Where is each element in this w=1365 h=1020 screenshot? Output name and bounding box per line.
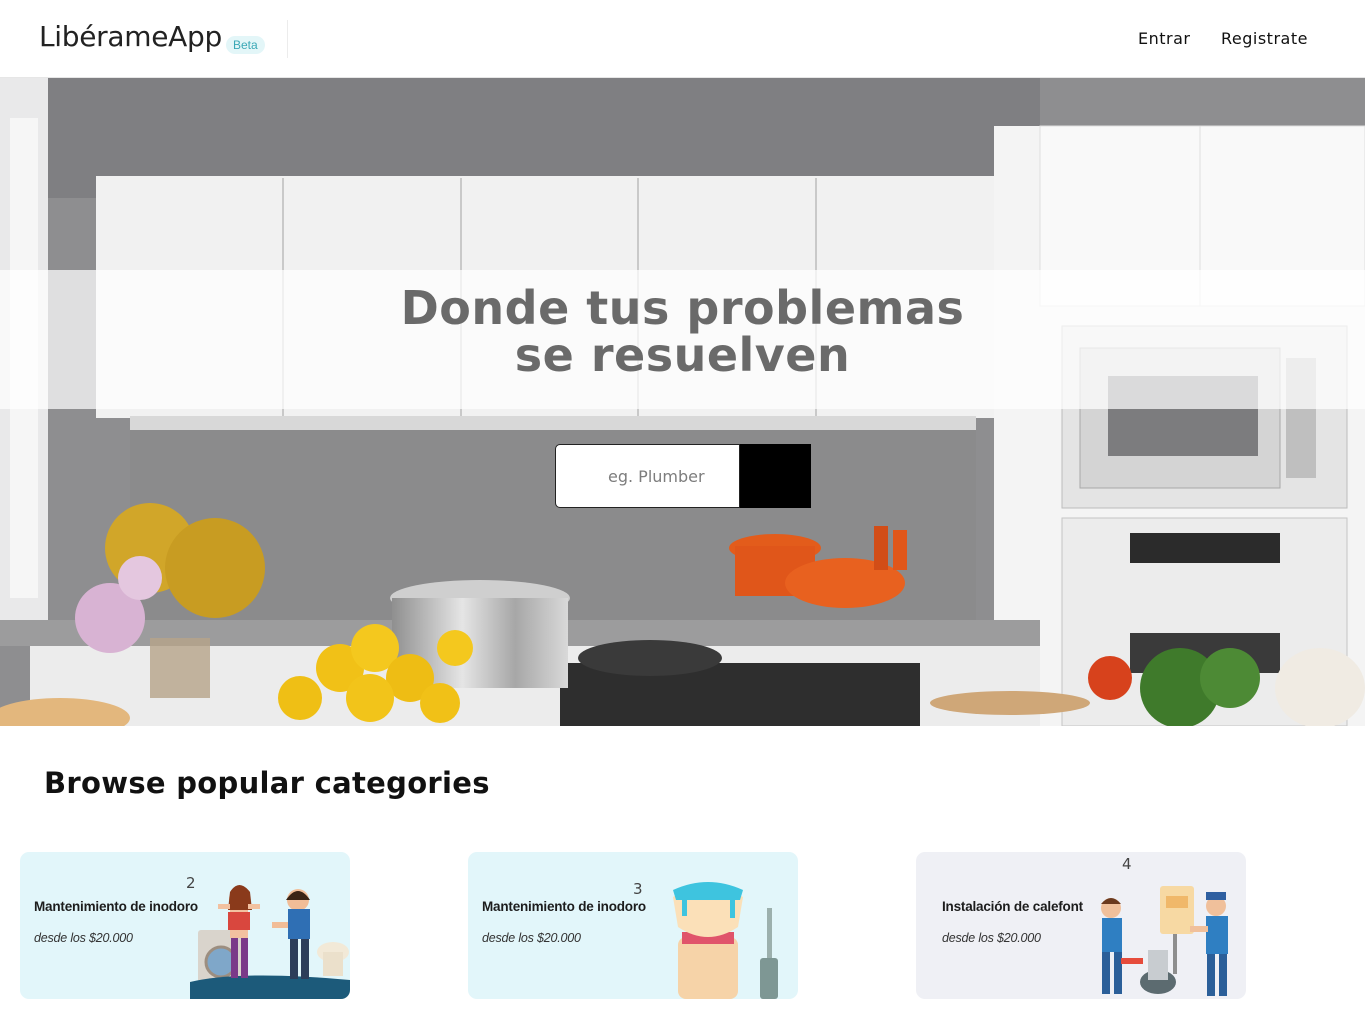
categories-title: Browse popular categories [44, 766, 490, 800]
card-price: desde los $20.000 [942, 931, 1041, 945]
header-divider [287, 20, 288, 58]
brand-logo[interactable]: LibérameApp [39, 20, 222, 53]
card-number: 4 [1122, 855, 1132, 873]
card-title: Mantenimiento de inodoro [34, 899, 198, 914]
login-link[interactable]: Entrar [1138, 29, 1190, 48]
card-number: 3 [633, 880, 643, 898]
card-title: Instalación de calefont [942, 899, 1083, 914]
beta-badge: Beta [226, 36, 265, 54]
boiler-installation-illustration [1101, 886, 1228, 996]
hero-headline: Donde tus problemas se resuelven [0, 285, 1365, 379]
top-navbar: LibérameApp Beta Entrar Registrate [0, 0, 1365, 78]
card-title: Mantenimiento de inodoro [482, 899, 646, 914]
card-number: 2 [186, 874, 196, 892]
register-link[interactable]: Registrate [1221, 29, 1308, 48]
category-card[interactable]: 4 Instalación de calefont desde los $20.… [916, 852, 1246, 999]
category-card[interactable]: 3 Mantenimiento de inodoro desde los $20… [468, 852, 798, 999]
search-input[interactable] [555, 444, 740, 508]
card-price: desde los $20.000 [482, 931, 581, 945]
hero-headline-line1: Donde tus problemas [400, 281, 965, 335]
card-price: desde los $20.000 [34, 931, 133, 945]
toilet-cleaning-illustration [673, 882, 778, 999]
woman-and-plumber-illustration [190, 885, 350, 999]
hero-headline-line2: se resuelven [514, 328, 851, 382]
category-card[interactable]: 2 Mantenimiento de inodoro desde los $20… [20, 852, 350, 999]
search-button[interactable] [740, 444, 811, 508]
hero-section: Donde tus problemas se resuelven [0, 78, 1365, 726]
